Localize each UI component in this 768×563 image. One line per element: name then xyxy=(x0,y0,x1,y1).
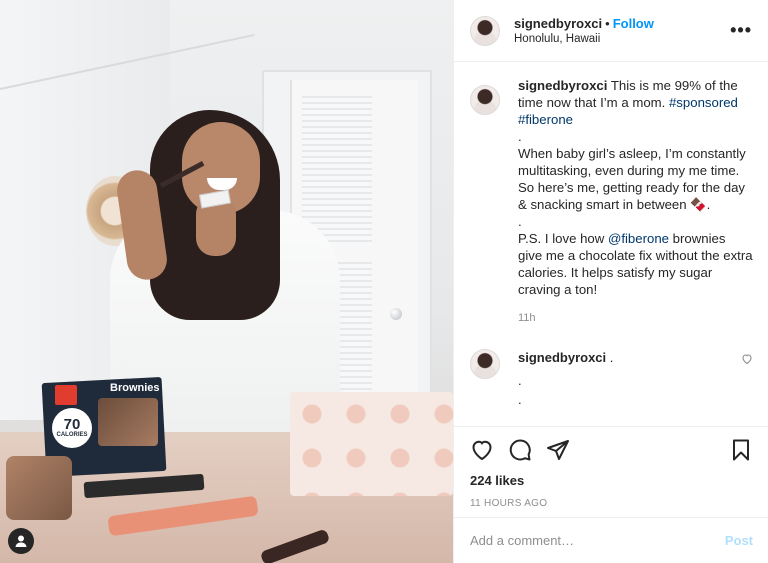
location-link[interactable]: Honolulu, Hawaii xyxy=(514,33,730,45)
door-knob xyxy=(390,308,402,320)
brownie-image xyxy=(98,398,158,446)
comment-icon[interactable] xyxy=(508,438,532,462)
pink-gift-box xyxy=(290,392,453,496)
bookmark-icon[interactable] xyxy=(729,438,753,462)
tagged-user-icon[interactable] xyxy=(8,528,34,554)
add-comment-input[interactable]: Add a comment… xyxy=(470,533,725,548)
caption-username[interactable]: signedbyroxci xyxy=(518,78,607,93)
comment-text: . xyxy=(606,350,614,365)
fiberone-logo xyxy=(55,385,77,405)
add-comment-bar: Add a comment… Post xyxy=(454,517,768,563)
comment-avatar[interactable] xyxy=(470,349,500,379)
share-paper-plane-icon[interactable] xyxy=(546,438,570,462)
caption-dot: . xyxy=(518,129,522,144)
more-options-icon[interactable]: ••• xyxy=(730,20,752,41)
caption-body: signedbyroxci This is me 99% of the time… xyxy=(518,77,753,327)
comment-username[interactable]: signedbyroxci xyxy=(518,350,606,365)
follow-button[interactable]: Follow xyxy=(613,16,654,31)
action-icons xyxy=(470,437,753,463)
calories-label: CALORIES xyxy=(56,432,88,438)
box-brand-text: Brownies xyxy=(110,382,160,394)
calories-badge: 70 CALORIES xyxy=(52,408,92,448)
header-text: signedbyroxci • Follow Honolulu, Hawaii xyxy=(514,16,730,45)
instagram-post-window: 70 CALORIES Brownies signedbyroxci • Follo… xyxy=(0,0,768,563)
comment-line: . xyxy=(518,392,522,407)
post-header: signedbyroxci • Follow Honolulu, Hawaii ••… xyxy=(454,0,768,62)
header-username[interactable]: signedbyroxci xyxy=(514,16,602,31)
person-icon xyxy=(15,535,27,547)
likes-count[interactable]: 224 likes xyxy=(470,473,753,488)
comment-line: . xyxy=(518,373,522,388)
caption: signedbyroxci This is me 99% of the time… xyxy=(470,77,753,327)
like-heart-icon[interactable] xyxy=(470,438,494,462)
makeup-pouch xyxy=(6,456,72,520)
separator-dot: • xyxy=(605,16,610,31)
caption-avatar[interactable] xyxy=(470,85,500,115)
like-comment-heart-icon[interactable] xyxy=(741,353,753,365)
caption-time[interactable]: 11h xyxy=(518,310,753,327)
post-image[interactable]: 70 CALORIES Brownies xyxy=(0,0,453,563)
post-side-panel: signedbyroxci • Follow Honolulu, Hawaii ••… xyxy=(453,0,768,563)
mention-fiberone[interactable]: @fiberone xyxy=(608,231,669,246)
action-bar: 224 likes 11 HOURS AGO xyxy=(454,426,768,509)
post-timestamp[interactable]: 11 HOURS AGO xyxy=(470,498,753,509)
post-comment-button[interactable]: Post xyxy=(725,533,753,548)
caption-ps-start: P.S. I love how xyxy=(518,231,608,246)
hashtag-fiberone[interactable]: #fiberone xyxy=(518,112,573,127)
comment-body: signedbyroxci . . . xyxy=(518,349,741,408)
comments-area: signedbyroxci This is me 99% of the time… xyxy=(454,63,768,425)
caption-paragraph: When baby girl’s asleep, I’m constantly … xyxy=(518,146,746,212)
caption-dot: . xyxy=(518,214,522,229)
calories-number: 70 xyxy=(63,416,81,433)
hashtag-sponsored[interactable]: #sponsored xyxy=(669,95,738,110)
comment-item: signedbyroxci . . . xyxy=(470,349,753,408)
avatar[interactable] xyxy=(470,15,500,46)
